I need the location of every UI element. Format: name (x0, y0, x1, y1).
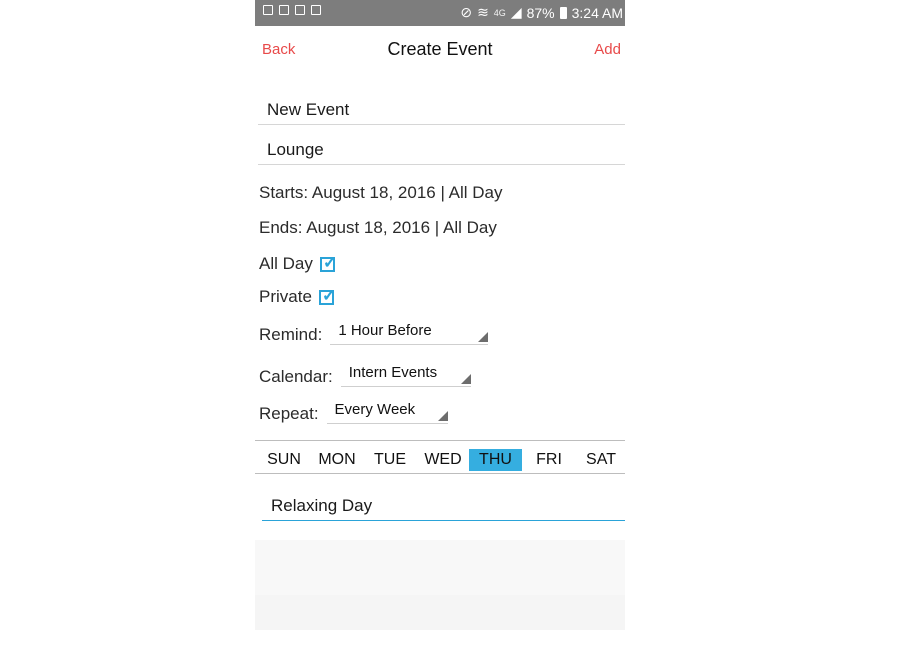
notification-icons (263, 5, 321, 15)
app-header: Back Create Event Add (255, 32, 625, 66)
private-checkbox[interactable]: ✓ (318, 285, 337, 305)
mail-icon (279, 5, 289, 15)
status-bar: ⊘ ≋ 4G ◢ 87% 3:24 AM (255, 0, 625, 26)
status-indicators: ⊘ ≋ 4G ◢ 87% 3:24 AM (460, 4, 623, 21)
remind-value: 1 Hour Before (338, 322, 432, 339)
notes-field[interactable] (262, 491, 625, 521)
repeat-value: Every Week (334, 401, 416, 418)
day-fri[interactable]: FRI (534, 449, 564, 471)
battery-level: 87% (526, 4, 555, 21)
all-day-row: All Day ✓ (259, 252, 338, 274)
dropdown-arrow-icon (478, 332, 489, 342)
signal-icon: ◢ (510, 4, 522, 20)
phone-screen: ⊘ ≋ 4G ◢ 87% 3:24 AM Back Create Event A… (255, 0, 625, 650)
repeat-dropdown[interactable]: Every Week (326, 401, 448, 424)
battery-icon (559, 6, 567, 19)
bottom-panel-lower (255, 595, 625, 630)
remind-row: Remind: 1 Hour Before (259, 322, 489, 345)
calendar-dropdown[interactable]: Intern Events (340, 364, 471, 387)
calendar-label: Calendar: (259, 367, 333, 386)
day-tue[interactable]: TUE (372, 449, 408, 471)
clipboard-icon (311, 5, 321, 15)
checkmark-icon: ✓ (322, 252, 338, 272)
repeat-label: Repeat: (259, 404, 319, 423)
all-day-label: All Day (259, 254, 313, 273)
weekday-selector: SUN MON TUE WED THU FRI SAT (255, 440, 625, 474)
gallery-icon (295, 5, 305, 15)
event-name-field[interactable] (258, 95, 625, 125)
remind-label: Remind: (259, 325, 323, 344)
calendar-value: Intern Events (348, 364, 438, 381)
starts-datetime[interactable]: Starts: August 18, 2016 | All Day (259, 183, 503, 203)
day-wed[interactable]: WED (422, 449, 464, 471)
private-label: Private (259, 287, 312, 306)
day-sun[interactable]: SUN (265, 449, 303, 471)
clock: 3:24 AM (571, 4, 623, 21)
checkmark-icon: ✓ (321, 285, 337, 305)
mute-icon: ⊘ (460, 4, 473, 20)
notification-icon (263, 5, 273, 15)
ends-datetime[interactable]: Ends: August 18, 2016 | All Day (259, 218, 497, 238)
add-button[interactable]: Add (594, 41, 621, 58)
dropdown-arrow-icon (460, 374, 471, 384)
network-label: 4G (493, 7, 506, 18)
dropdown-arrow-icon (437, 411, 448, 421)
calendar-row: Calendar: Intern Events (259, 364, 471, 387)
all-day-checkbox[interactable]: ✓ (319, 252, 338, 272)
repeat-row: Repeat: Every Week (259, 401, 448, 424)
page-title: Create Event (387, 39, 493, 59)
remind-dropdown[interactable]: 1 Hour Before (330, 322, 489, 345)
wifi-icon: ≋ (477, 4, 489, 20)
day-sat[interactable]: SAT (583, 449, 619, 471)
location-field[interactable] (258, 135, 625, 165)
private-row: Private ✓ (259, 285, 337, 307)
day-thu[interactable]: THU (469, 449, 522, 471)
day-mon[interactable]: MON (315, 449, 359, 471)
